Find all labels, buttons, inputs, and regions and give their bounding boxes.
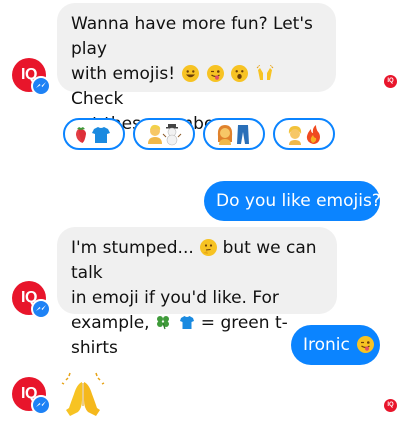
winking-tongue-face-icon (206, 65, 224, 82)
surprised-face-icon (231, 65, 249, 82)
message-text-line: I'm stumped... but we can talk (71, 236, 323, 286)
incoming-message-bubble: I'm stumped... but we can talk in emoji … (57, 227, 337, 358)
fire-icon (306, 125, 320, 144)
quick-reply-girl-fire[interactable] (273, 118, 335, 150)
message-text-line: in emoji if you'd like. For (71, 288, 279, 308)
t-shirt-icon (92, 127, 110, 143)
quick-reply-woman-jeans[interactable] (203, 118, 265, 150)
bot-avatar[interactable]: IQ (12, 377, 51, 415)
bot-avatar[interactable]: IQ (12, 58, 51, 96)
message-text-line: Wanna have more fun? Let's play (71, 14, 313, 59)
read-receipt-avatar: IQ (384, 75, 397, 88)
message-text: Do you like emojis? (216, 191, 381, 211)
message-text: Check (71, 89, 124, 109)
winking-tongue-face-icon (357, 336, 375, 353)
grinning-face-icon (182, 65, 200, 82)
message-text: example, (71, 313, 150, 333)
thinking-face-icon (200, 239, 218, 256)
t-shirt-icon (179, 314, 195, 330)
woman-red-hair-icon (217, 125, 233, 145)
messenger-badge-icon (31, 299, 51, 319)
messenger-badge-icon (31, 395, 51, 415)
quick-reply-strawberry-tshirt[interactable] (63, 118, 125, 150)
raising-hands-icon (256, 65, 274, 82)
snowman-icon (162, 124, 182, 146)
folded-hands-icon (60, 372, 106, 422)
message-text: I'm stumped... (71, 238, 194, 258)
message-text-line: example, = green t-shirts (71, 311, 323, 361)
outgoing-message-bubble: Ironic (291, 325, 380, 365)
message-text: with emojis! (71, 64, 176, 84)
jeans-icon (237, 125, 249, 144)
incoming-message-bubble: Wanna have more fun? Let's play with emo… (57, 3, 336, 134)
message-text: Ironic (303, 335, 350, 355)
person-icon (148, 124, 162, 144)
bot-avatar[interactable]: IQ (12, 281, 51, 319)
quick-reply-person-snowman[interactable] (133, 118, 195, 150)
strawberry-icon (76, 127, 86, 143)
four-leaf-clover-icon (155, 314, 171, 330)
messenger-badge-icon (31, 76, 51, 96)
read-receipt-avatar: IQ (384, 399, 397, 412)
girl-blond-icon (288, 126, 302, 145)
outgoing-message-bubble: Do you like emojis? (204, 181, 381, 221)
message-text-line: with emojis! Check (71, 62, 322, 112)
